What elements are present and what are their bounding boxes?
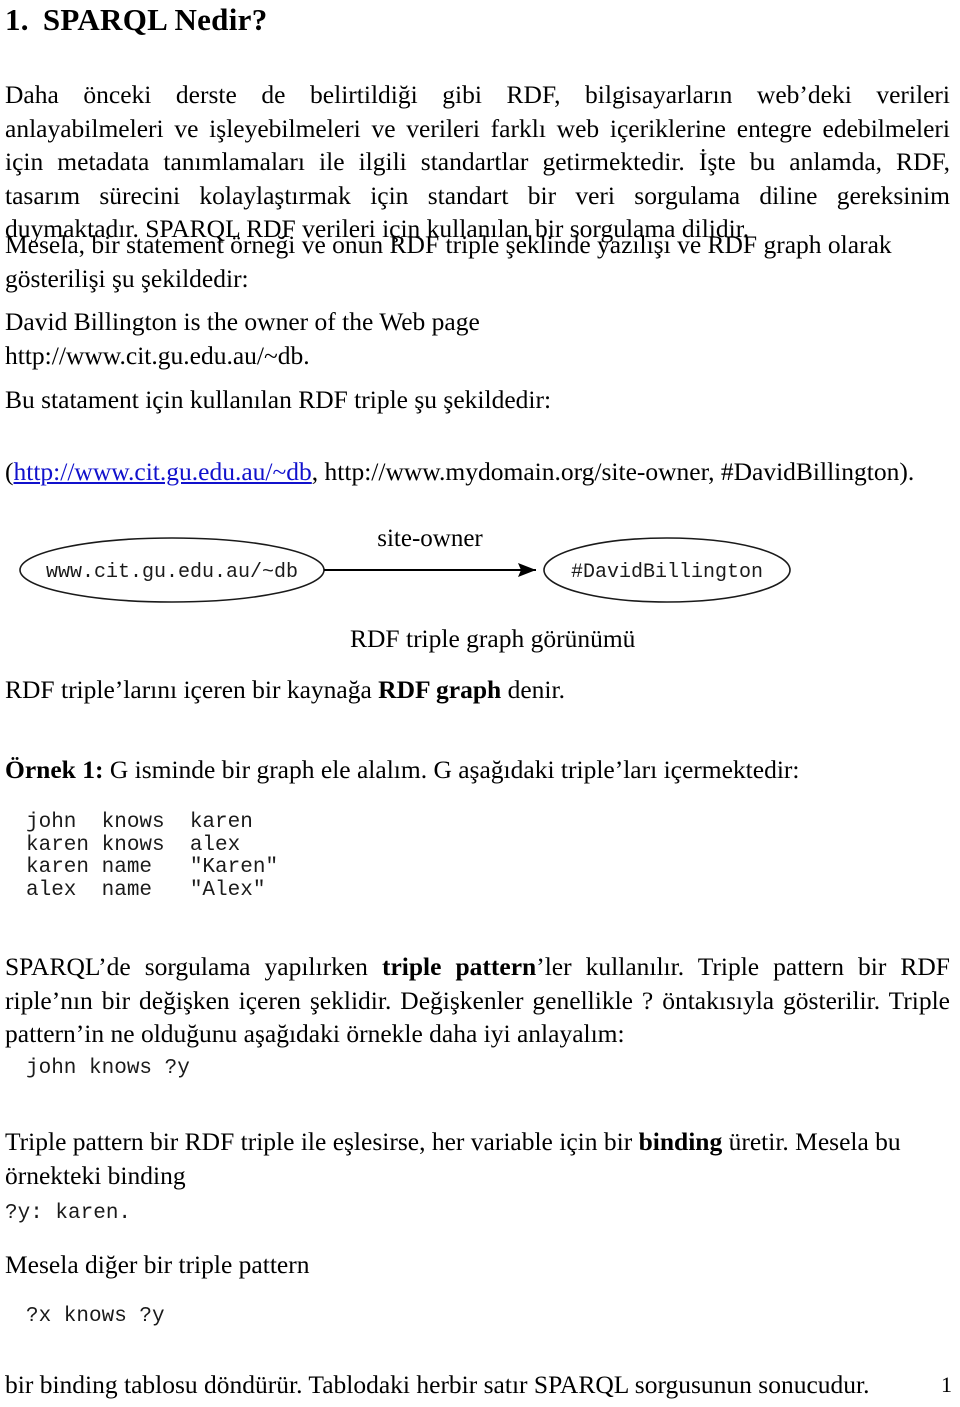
rdf-triple-line: (http://www.cit.gu.edu.au/~db, http://ww…: [5, 455, 950, 489]
triple-remainder: , http://www.mydomain.org/site-owner, #D…: [311, 457, 915, 486]
statement-line-2: http://www.cit.gu.edu.au/~db.: [5, 340, 310, 370]
binding-term: binding: [638, 1127, 723, 1156]
page-title: 1. SPARQL Nedir?: [5, 2, 268, 38]
subject-node-label: www.cit.gu.edu.au/~db: [46, 561, 298, 584]
page-number: 1: [941, 1372, 952, 1397]
paragraph-binding: Triple pattern bir RDF triple ile eşlesi…: [5, 1125, 950, 1192]
rdf-graph-term: RDF graph: [378, 675, 502, 704]
triple-pattern-prefix: SPARQL’de sorgulama yapılırken: [5, 952, 382, 981]
paragraph-intro: Daha önceki derste de belirtildiği gibi …: [5, 80, 950, 243]
paragraph-example-intro: Mesela, bir statement örneği ve onun RDF…: [5, 230, 892, 293]
rdf-graph-def-suffix: denir.: [501, 675, 565, 704]
binding-prefix: Triple pattern bir RDF triple ile eşlesi…: [5, 1127, 639, 1156]
triple-pattern-term: triple pattern: [381, 952, 537, 981]
predicate-edge-label: site-owner: [377, 525, 483, 552]
ornek-1-text: G isminde bir graph ele alalım. G aşağıd…: [103, 755, 800, 784]
heading-text: SPARQL Nedir?: [42, 2, 268, 37]
document-page: 1. SPARQL Nedir? Daha önceki derste de be…: [0, 0, 960, 1407]
code-block-pattern-2: ?x knows ?y: [26, 1305, 165, 1328]
paragraph-rdf-graph-def: RDF triple’larını içeren bir kaynağa RDF…: [5, 673, 950, 707]
statement-example: David Billington is the owner of the Web…: [5, 305, 950, 372]
code-block-triples: john knows karen karen knows alex karen …: [26, 811, 279, 902]
figure-caption: RDF triple graph görünümü: [350, 624, 636, 653]
rdf-graph-figure: www.cit.gu.edu.au/~db site-owner #DavidB…: [0, 518, 860, 622]
code-block-binding-1: ?y: karen.: [5, 1202, 132, 1225]
rdf-graph-def-prefix: RDF triple’larını içeren bir kaynağa: [5, 675, 379, 704]
triple-open-paren: (: [5, 457, 14, 486]
ornek-1-label: Örnek 1:: [5, 755, 104, 784]
cit-gu-edu-au-link[interactable]: http://www.cit.gu.edu.au/~db: [14, 457, 312, 486]
paragraph-ornek-1: Örnek 1: G isminde bir graph ele alalım.…: [5, 753, 950, 787]
heading-number: 1.: [5, 2, 29, 37]
statement-line-1: David Billington is the owner of the Web…: [5, 307, 480, 336]
paragraph-triple-intro: Bu statament için kullanılan RDF triple …: [5, 385, 552, 414]
object-node-label: #DavidBillington: [571, 561, 763, 584]
code-block-pattern-1: john knows ?y: [26, 1057, 190, 1080]
paragraph-binding-table: bir binding tablosu döndürür. Tablodaki …: [5, 1370, 870, 1399]
paragraph-other-pattern: Mesela diğer bir triple pattern: [5, 1250, 310, 1279]
paragraph-triple-pattern: SPARQL’de sorgulama yapılırken triple pa…: [5, 950, 950, 1051]
